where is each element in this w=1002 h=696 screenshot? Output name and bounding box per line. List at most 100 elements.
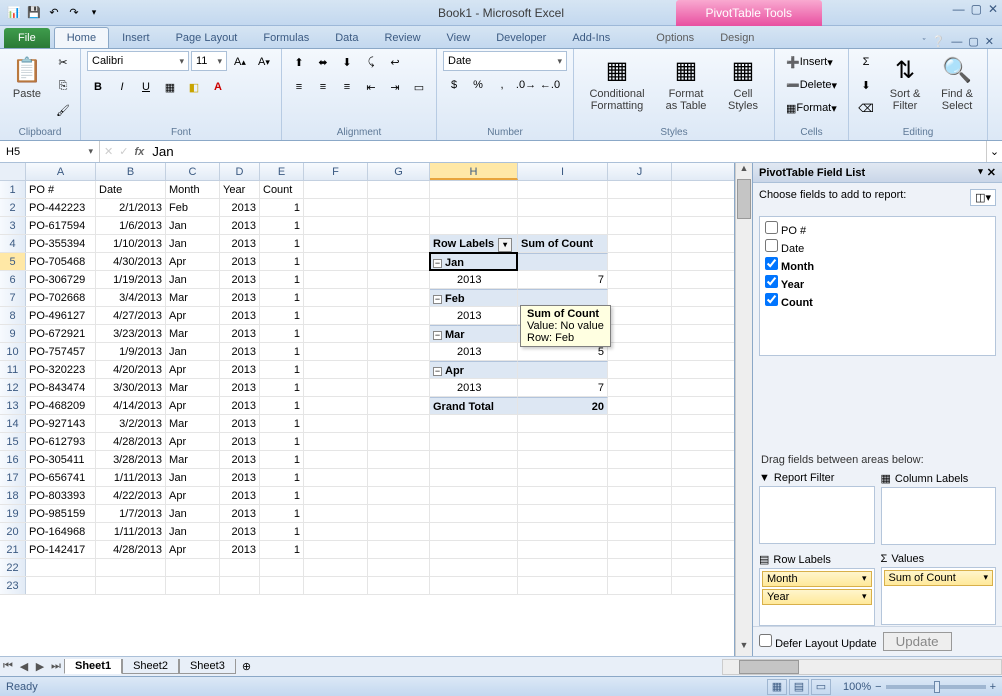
cell[interactable] (518, 415, 608, 432)
cell[interactable] (608, 325, 672, 342)
column-header-E[interactable]: E (260, 163, 304, 180)
panel-dropdown-icon[interactable]: ▾ (978, 166, 983, 179)
sort-filter-button[interactable]: ⇅Sort & Filter (881, 51, 929, 115)
cell[interactable] (608, 289, 672, 306)
cell[interactable] (304, 343, 368, 360)
cell[interactable] (260, 577, 304, 594)
cell[interactable] (220, 577, 260, 594)
cell[interactable]: 2013 (430, 271, 518, 288)
cell[interactable]: 1/19/2013 (96, 271, 166, 288)
cell[interactable]: PO-468209 (26, 397, 96, 414)
cell[interactable]: 1 (260, 325, 304, 342)
column-header-D[interactable]: D (220, 163, 260, 180)
cell[interactable] (304, 397, 368, 414)
row-header[interactable]: 9 (0, 325, 26, 342)
cell[interactable]: 1 (260, 361, 304, 378)
cell[interactable]: 2013 (220, 451, 260, 468)
column-header-I[interactable]: I (518, 163, 608, 180)
cell[interactable]: 2013 (220, 415, 260, 432)
zoom-out-icon[interactable]: − (875, 681, 881, 693)
next-sheet-icon[interactable]: ▶ (32, 660, 48, 673)
cell[interactable]: 2013 (220, 523, 260, 540)
row-header[interactable]: 2 (0, 199, 26, 216)
cell[interactable] (304, 325, 368, 342)
cell[interactable]: 1 (260, 487, 304, 504)
ribbon-minimize-icon[interactable]: ˇ (923, 37, 926, 47)
cell[interactable]: PO-985159 (26, 505, 96, 522)
cell[interactable]: Jan (166, 271, 220, 288)
cell[interactable] (304, 271, 368, 288)
cell[interactable]: 2013 (220, 487, 260, 504)
cell[interactable] (166, 559, 220, 576)
shrink-font-icon[interactable]: A▾ (253, 51, 275, 73)
underline-icon[interactable]: U (135, 76, 157, 98)
collapse-icon[interactable]: − (433, 331, 442, 340)
cell[interactable] (304, 415, 368, 432)
cell[interactable] (608, 433, 672, 450)
cell[interactable]: −Apr (430, 361, 518, 378)
align-center-icon[interactable]: ≡ (312, 76, 334, 98)
cell[interactable] (304, 559, 368, 576)
cell[interactable]: 4/28/2013 (96, 541, 166, 558)
cell[interactable]: 7 (518, 271, 608, 288)
cell[interactable] (608, 415, 672, 432)
cell[interactable]: 1/7/2013 (96, 505, 166, 522)
column-header-B[interactable]: B (96, 163, 166, 180)
name-box[interactable]: H5▾ (0, 141, 100, 162)
tab-home[interactable]: Home (54, 27, 109, 48)
column-header-H[interactable]: H (430, 163, 518, 180)
cell[interactable]: Apr (166, 397, 220, 414)
row-header[interactable]: 17 (0, 469, 26, 486)
cell[interactable]: 1 (260, 397, 304, 414)
cell[interactable] (368, 307, 430, 324)
pill-month[interactable]: Month▾ (762, 571, 872, 587)
format-as-table-button[interactable]: ▦Format as Table (658, 51, 714, 115)
row-header[interactable]: 12 (0, 379, 26, 396)
column-header-C[interactable]: C (166, 163, 220, 180)
cell[interactable]: Year (220, 181, 260, 198)
tab-add-ins[interactable]: Add-Ins (559, 27, 623, 48)
collapse-icon[interactable]: − (433, 367, 442, 376)
cell[interactable] (368, 271, 430, 288)
formula-input[interactable] (148, 141, 986, 162)
cell[interactable]: Apr (166, 433, 220, 450)
decrease-decimal-icon[interactable]: ←.0 (539, 74, 561, 96)
merge-center-icon[interactable]: ▭ (408, 76, 430, 98)
cell[interactable] (430, 559, 518, 576)
zoom-in-icon[interactable]: + (990, 681, 996, 693)
cell[interactable]: PO-656741 (26, 469, 96, 486)
cell[interactable]: 4/14/2013 (96, 397, 166, 414)
font-name-combo[interactable]: Calibri▾ (87, 51, 189, 71)
cell[interactable]: Jan (166, 343, 220, 360)
cell[interactable]: Jan (166, 235, 220, 252)
cell[interactable] (368, 577, 430, 594)
cell[interactable] (518, 469, 608, 486)
row-header[interactable]: 8 (0, 307, 26, 324)
cell[interactable]: PO-927143 (26, 415, 96, 432)
cell[interactable]: 2013 (220, 325, 260, 342)
cell[interactable] (430, 577, 518, 594)
increase-decimal-icon[interactable]: .0→ (515, 74, 537, 96)
pill-sum-of-count[interactable]: Sum of Count▾ (884, 570, 994, 586)
cell[interactable] (518, 217, 608, 234)
cell[interactable] (368, 361, 430, 378)
bold-icon[interactable]: B (87, 76, 109, 98)
cell[interactable]: PO-305411 (26, 451, 96, 468)
row-header[interactable]: 6 (0, 271, 26, 288)
cell[interactable] (96, 559, 166, 576)
cell[interactable]: 2013 (220, 469, 260, 486)
cell[interactable]: PO-705468 (26, 253, 96, 270)
align-top-icon[interactable]: ⬆ (288, 51, 310, 73)
cell[interactable] (304, 433, 368, 450)
cell[interactable]: −Jan (430, 253, 518, 270)
scroll-down-icon[interactable]: ▼ (736, 640, 752, 656)
cell[interactable] (304, 577, 368, 594)
normal-view-icon[interactable]: ▦ (767, 679, 787, 695)
cell[interactable]: 2013 (220, 217, 260, 234)
cell[interactable] (304, 289, 368, 306)
cell[interactable] (430, 451, 518, 468)
cell[interactable]: −Mar (430, 325, 518, 342)
tab-view[interactable]: View (434, 27, 484, 48)
cell[interactable]: 2013 (220, 289, 260, 306)
mdi-restore-icon[interactable]: ▢ (968, 35, 978, 48)
